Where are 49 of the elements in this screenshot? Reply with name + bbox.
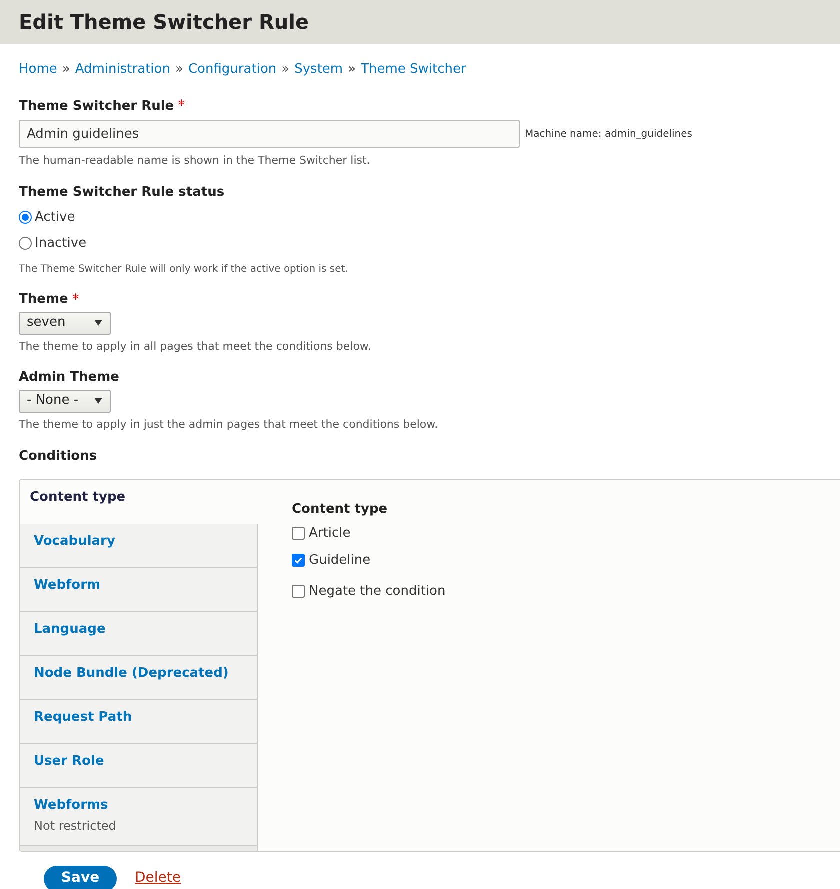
- breadcrumb-separator: »: [62, 61, 70, 79]
- breadcrumb-link[interactable]: Home: [19, 60, 58, 80]
- vertical-tab[interactable]: Webform: [20, 568, 258, 612]
- field-description: The human-readable name is shown in the Theme Switcher list.: [19, 153, 372, 169]
- checkbox[interactable]: [292, 585, 305, 598]
- vertical-tab[interactable]: Node Bundle (Deprecated): [20, 656, 258, 700]
- vertical-tab[interactable]: Language: [20, 612, 258, 656]
- breadcrumb-separator: »: [348, 61, 356, 79]
- breadcrumb-link[interactable]: System: [294, 60, 344, 80]
- dropdown-caret-icon: [94, 398, 103, 404]
- field-description: The theme to apply in just the admin pages that meet the conditions below.: [19, 416, 440, 432]
- radio-button[interactable]: [19, 236, 32, 250]
- radio-label: Inactive: [35, 234, 87, 252]
- dropdown-caret-icon: [94, 320, 103, 326]
- breadcrumb-link[interactable]: Configuration: [188, 60, 277, 80]
- checkbox[interactable]: [292, 554, 305, 567]
- theme-select[interactable]: seven: [19, 312, 111, 334]
- machine-name: Machine name: admin_guidelines: [525, 128, 692, 142]
- section-label: Conditions: [19, 448, 98, 466]
- name-input[interactable]: Admin guidelines: [19, 120, 520, 148]
- delete-link[interactable]: Delete: [135, 868, 181, 889]
- tab-summary: Not restricted: [34, 818, 118, 835]
- vertical-tab[interactable]: User Role: [20, 744, 258, 788]
- breadcrumb-link[interactable]: Administration: [75, 60, 170, 80]
- breadcrumb-separator: »: [176, 61, 184, 79]
- checkbox-label: Negate the condition: [309, 583, 446, 601]
- checkbox[interactable]: [292, 527, 305, 540]
- field-label: Theme: [19, 291, 68, 309]
- field-description: The Theme Switcher Rule will only work if the active option is set.: [19, 263, 350, 277]
- vertical-tab[interactable]: Content type: [20, 480, 258, 524]
- required-mark: *: [72, 292, 80, 307]
- breadcrumb-link[interactable]: Theme Switcher: [361, 60, 466, 80]
- radio-label: Active: [35, 209, 76, 227]
- vertical-tab[interactable]: Vocabulary: [20, 524, 258, 568]
- checkbox-label: Guideline: [309, 552, 371, 570]
- radio-button[interactable]: [19, 211, 32, 224]
- theme-select[interactable]: - None -: [19, 390, 111, 412]
- field-label: Theme Switcher Rule status: [19, 184, 226, 202]
- required-mark: *: [178, 99, 186, 114]
- save-button[interactable]: Save: [44, 866, 117, 889]
- field-label: Admin Theme: [19, 369, 120, 387]
- field-label: Theme Switcher Rule: [19, 98, 174, 116]
- checkbox-label: Article: [309, 525, 351, 543]
- page-title: Edit Theme Switcher Rule: [19, 9, 310, 36]
- breadcrumb-separator: »: [282, 61, 290, 79]
- vertical-tab[interactable]: Request Path: [20, 700, 258, 744]
- vertical-tab[interactable]: Webforms Not restricted: [20, 788, 258, 846]
- field-description: The theme to apply in all pages that meet the conditions below.: [19, 338, 372, 354]
- panel-title: Content type: [292, 500, 389, 518]
